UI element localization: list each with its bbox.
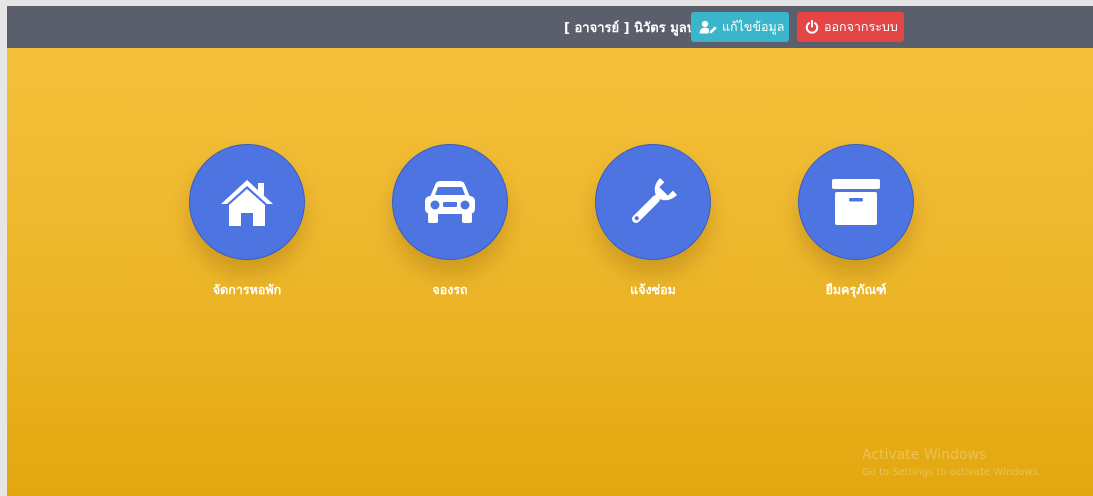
- top-navbar: [ อาจารย์ ] นิวัตร มูลปา แก้ไขข้อมูล ออก…: [7, 6, 1093, 48]
- home-icon: [221, 180, 273, 226]
- user-edit-icon: [699, 20, 717, 34]
- wrench-icon: [632, 177, 678, 223]
- menu-item-car-booking[interactable]: จองรถ: [380, 144, 520, 300]
- menu-label-car-booking: จองรถ: [432, 282, 468, 297]
- edit-profile-button[interactable]: แก้ไขข้อมูล: [691, 12, 789, 42]
- logout-label: ออกจากระบบ: [824, 19, 898, 34]
- menu-circle[interactable]: [595, 144, 711, 260]
- menu-label-dormitory: จัดการหอพัก: [212, 282, 282, 297]
- power-icon: [805, 20, 819, 34]
- app-frame: [ อาจารย์ ] นิวัตร มูลปา แก้ไขข้อมูล ออก…: [7, 6, 1093, 496]
- watermark-subtitle: Go to Settings to activate Windows.: [862, 467, 1042, 478]
- menu-item-dormitory[interactable]: จัดการหอพัก: [177, 144, 317, 300]
- menu-item-borrow-equipment[interactable]: ยืมครุภัณฑ์: [786, 144, 926, 300]
- menu-label-repair: แจ้งซ่อม: [630, 282, 676, 297]
- user-label: [ อาจารย์ ] นิวัตร มูลปา: [564, 21, 703, 36]
- activate-windows-watermark: Activate Windows Go to Settings to activ…: [862, 446, 1041, 482]
- edit-profile-label: แก้ไขข้อมูล: [722, 19, 785, 34]
- archive-box-icon: [832, 179, 880, 225]
- menu-circle[interactable]: [189, 144, 305, 260]
- logout-button[interactable]: ออกจากระบบ: [797, 12, 904, 42]
- watermark-title: Activate Windows: [862, 447, 987, 463]
- menu-circle[interactable]: [798, 144, 914, 260]
- car-icon: [425, 181, 475, 223]
- menu-item-repair[interactable]: แจ้งซ่อม: [583, 144, 723, 300]
- menu-label-borrow-equipment: ยืมครุภัณฑ์: [825, 282, 887, 297]
- menu-circle[interactable]: [392, 144, 508, 260]
